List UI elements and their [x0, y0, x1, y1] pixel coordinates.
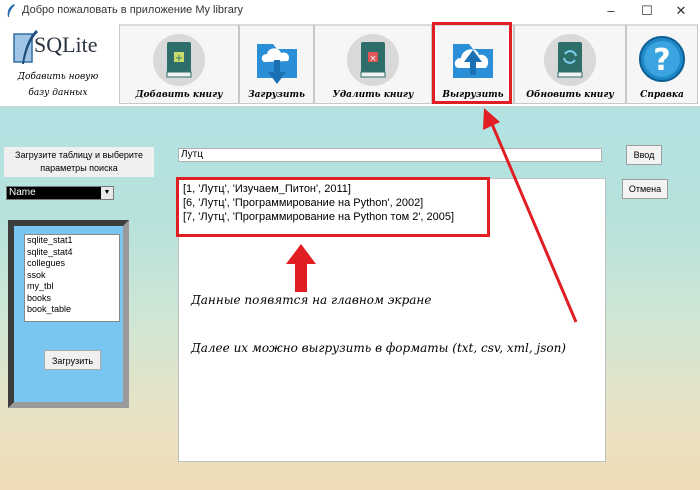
svg-text:×: × [369, 54, 377, 64]
tables-panel: sqlite_stat1 sqlite_stat4 collegues ssok… [8, 220, 129, 408]
help-icon: ? [639, 36, 685, 82]
search-params-prompt: Загрузите таблицу и выберите параметры п… [4, 147, 154, 177]
results-highlight-frame [176, 177, 490, 237]
list-item[interactable]: my_tbl [25, 281, 119, 293]
svg-text:+: + [175, 53, 183, 64]
toolbar: SQLite Добавить новую базу данных + Доба… [0, 22, 700, 107]
title-bar: Добро пожаловать в приложение My library… [0, 0, 700, 22]
minimize-button[interactable]: – [594, 0, 628, 22]
book-add-icon: + [153, 34, 205, 86]
update-book-label: Обновить книгу [526, 90, 614, 100]
enter-button[interactable]: Ввод [626, 145, 662, 165]
close-button[interactable]: ✕ [664, 0, 698, 22]
svg-text:?: ? [653, 43, 670, 78]
window-title: Добро пожаловать в приложение My library [22, 4, 243, 16]
list-item[interactable]: collegues [25, 258, 119, 270]
add-database-button[interactable]: SQLite Добавить новую базу данных [4, 26, 112, 102]
cloud-download-icon [256, 44, 297, 84]
field-select-value: Name [9, 187, 36, 198]
load-table-button[interactable]: Загрузить [44, 350, 101, 370]
feather-icon [7, 4, 15, 17]
update-book-button[interactable]: Обновить книгу [514, 24, 626, 104]
list-item[interactable]: book_table [25, 304, 119, 316]
list-item[interactable]: sqlite_stat4 [25, 247, 119, 259]
delete-book-button[interactable]: × Удалить книгу [314, 24, 432, 104]
tables-list[interactable]: sqlite_stat1 sqlite_stat4 collegues ssok… [24, 234, 120, 322]
list-item[interactable]: books [25, 293, 119, 305]
book-refresh-icon [544, 34, 596, 86]
download-button[interactable]: Загрузить [239, 24, 314, 104]
maximize-button[interactable]: ☐ [630, 0, 664, 22]
export-highlight-frame [432, 22, 512, 104]
cancel-button[interactable]: Отмена [622, 179, 668, 199]
sqlite-logo-text: SQLite [34, 32, 98, 57]
annotation-text: Далее их можно выгрузить в форматы (txt,… [191, 341, 566, 355]
help-label: Справка [640, 90, 684, 100]
add-book-button[interactable]: + Добавить книгу [119, 24, 239, 104]
annotation-text: Данные появятся на главном экране [191, 293, 432, 307]
field-select[interactable]: Name ▼ [6, 186, 114, 200]
add-database-label-1: Добавить новую [17, 72, 99, 82]
list-item[interactable]: ssok [25, 270, 119, 282]
add-book-label: Добавить книгу [135, 90, 223, 100]
help-button[interactable]: ? Справка [626, 24, 698, 104]
add-database-label-2: базу данных [28, 88, 88, 98]
book-delete-icon: × [347, 34, 399, 86]
list-item[interactable]: sqlite_stat1 [25, 235, 119, 247]
search-input[interactable]: Лутц [178, 148, 602, 162]
download-label: Загрузить [248, 90, 305, 100]
chevron-down-icon[interactable]: ▼ [101, 187, 113, 199]
delete-book-label: Удалить книгу [332, 90, 414, 100]
